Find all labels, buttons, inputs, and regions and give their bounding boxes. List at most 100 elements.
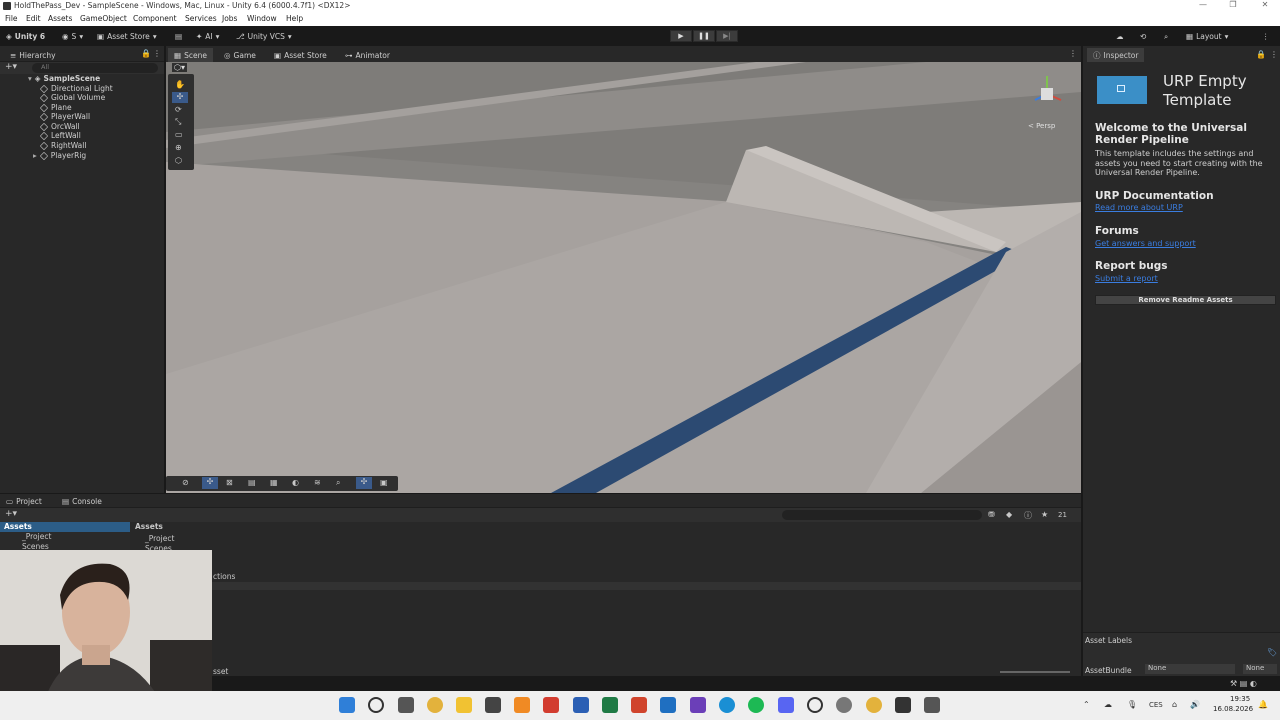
unity-button[interactable]: ◈ Unity 6	[6, 30, 45, 43]
asset-store-dropdown[interactable]: ▣ Asset Store ▾	[97, 30, 157, 43]
orientation-gizmo[interactable]	[1027, 70, 1067, 114]
hand-tool-icon[interactable]: ✋	[175, 80, 185, 89]
tab-game[interactable]: ◎ Game	[218, 48, 262, 62]
hierarchy-item[interactable]: RightWall	[39, 141, 86, 150]
maximize-button[interactable]: ❐	[1218, 0, 1248, 13]
onedrive-icon[interactable]: ☁	[1104, 700, 1112, 709]
forums-link[interactable]: Get answers and support	[1095, 239, 1196, 248]
star-icon[interactable]: ★	[1041, 510, 1048, 519]
kebab-icon[interactable]: ⋮	[153, 49, 161, 58]
search-icon[interactable]	[368, 697, 384, 713]
start-icon[interactable]	[339, 697, 355, 713]
tray-chevron-icon[interactable]: ⌃	[1083, 700, 1090, 709]
tab-asset-store[interactable]: ▣ Asset Store	[268, 48, 333, 62]
tab-inspector[interactable]: ⓘ Inspector	[1087, 48, 1145, 62]
menu-component[interactable]: Component	[133, 14, 177, 23]
language-indicator[interactable]: CES	[1149, 701, 1163, 709]
lock-icon[interactable]: 🔒	[1256, 50, 1266, 59]
play-button[interactable]: ▶	[670, 30, 692, 42]
menu-gameobject[interactable]: GameObject	[80, 14, 127, 23]
move-tool-icon[interactable]: ✣	[172, 92, 188, 103]
status-icons[interactable]: ⚒ ▤ ◐	[1230, 679, 1257, 688]
chrome-icon[interactable]	[427, 697, 443, 713]
asset-bundle-variant-dropdown[interactable]: None	[1243, 664, 1277, 674]
lock-icon[interactable]: 🔒	[141, 49, 151, 58]
rect-tool-icon[interactable]: ▭	[175, 130, 183, 139]
excel-icon[interactable]	[602, 697, 618, 713]
menu-services[interactable]: Services	[185, 14, 217, 23]
grid-icon[interactable]: ▤	[248, 478, 256, 487]
project-breadcrumb[interactable]: Assets	[135, 522, 163, 531]
grid-snap-icon[interactable]: ▦	[270, 478, 278, 487]
more-options-button[interactable]: ⋮	[1262, 30, 1270, 43]
cloud-button[interactable]: ☁	[1116, 30, 1124, 43]
global-icon[interactable]: ⊠	[226, 478, 233, 487]
notifications-icon[interactable]: 🔔	[1258, 700, 1268, 709]
add-icon[interactable]: +▾	[5, 509, 17, 519]
step-button[interactable]: ▶|	[716, 30, 738, 42]
hierarchy-item[interactable]: PlayerWall	[39, 112, 90, 121]
hierarchy-item[interactable]: LeftWall	[39, 131, 81, 140]
label-icon[interactable]: ◆	[1006, 510, 1012, 519]
package-button[interactable]: ▤	[175, 30, 182, 43]
hierarchy-scene-root[interactable]: ▾ ◈ SampleScene	[28, 74, 100, 83]
custom-tool-icon[interactable]: ⬡	[175, 156, 182, 165]
layout-dropdown[interactable]: ▦ Layout ▾	[1186, 30, 1228, 43]
menu-assets[interactable]: Assets	[48, 14, 72, 23]
visual-studio-icon[interactable]	[690, 697, 706, 713]
ai-dropdown[interactable]: ✦ AI ▾	[196, 30, 219, 43]
kebab-icon[interactable]: ⋮	[1270, 50, 1278, 59]
snap-icon[interactable]: ⊘	[182, 478, 189, 487]
tab-console[interactable]: ▤ Console	[56, 494, 108, 508]
remove-readme-button[interactable]: Remove Readme Assets	[1095, 295, 1276, 305]
tag-icon[interactable]: 🏷	[1267, 648, 1277, 657]
tab-scene[interactable]: ▦ Scene	[168, 48, 213, 62]
edge-icon[interactable]	[719, 697, 735, 713]
unity-hub-icon[interactable]	[895, 697, 911, 713]
app-icon[interactable]	[836, 697, 852, 713]
tree-item-assets[interactable]: Assets	[0, 522, 130, 532]
discord-icon[interactable]	[778, 697, 794, 713]
clock-date[interactable]: 16.08.2026	[1213, 705, 1253, 713]
obs-icon[interactable]	[807, 697, 823, 713]
menu-file[interactable]: File	[5, 14, 18, 23]
move-icon[interactable]: ✣	[356, 477, 372, 489]
camera-icon[interactable]: ▣	[380, 478, 388, 487]
menu-jobs[interactable]: Jobs	[222, 14, 237, 23]
kebab-icon[interactable]: ⋮	[1069, 49, 1077, 58]
docs-link[interactable]: Read more about URP	[1095, 203, 1183, 212]
tab-animator[interactable]: ⊶ Animator	[339, 48, 396, 62]
clock-time[interactable]: 19:35	[1230, 695, 1250, 703]
shading-icon[interactable]: ◐	[292, 478, 299, 487]
add-icon[interactable]: +▾	[5, 62, 17, 72]
persp-label[interactable]: < Persp	[1028, 122, 1055, 130]
vlc-icon[interactable]	[514, 697, 530, 713]
word-icon[interactable]	[573, 697, 589, 713]
volume-icon[interactable]: 🔊	[1190, 700, 1200, 709]
hierarchy-item[interactable]: OrcWall	[39, 122, 80, 131]
file-explorer-icon[interactable]	[456, 697, 472, 713]
tab-project[interactable]: ▭ Project	[0, 494, 48, 508]
hierarchy-item[interactable]: ▸ PlayerRig	[33, 151, 86, 160]
powerpoint-icon[interactable]	[631, 697, 647, 713]
hierarchy-item[interactable]: Plane	[39, 103, 72, 112]
scene-viewport[interactable]: < Persp ✋ ✣ ⟳ ⤡ ▭ ⊕ ⬡ ⬡▾ ⊘ ✣ ⊠ ▤ ▦ ◐ ≋ ⌕…	[166, 62, 1081, 493]
view-options-icon[interactable]: ⬡▾	[172, 63, 187, 72]
tab-hierarchy[interactable]: ≡ Hierarchy	[4, 48, 62, 62]
tree-item[interactable]: _Project	[22, 532, 51, 541]
project-search-input[interactable]	[782, 510, 982, 520]
info-icon[interactable]: ⓘ	[1024, 510, 1032, 521]
menu-window[interactable]: Window	[247, 14, 277, 23]
unity-editor-icon[interactable]	[924, 697, 940, 713]
menu-help[interactable]: Help	[286, 14, 303, 23]
asset-bundle-dropdown[interactable]: None	[1145, 664, 1235, 674]
spotify-icon[interactable]	[748, 697, 764, 713]
bugs-link[interactable]: Submit a report	[1095, 274, 1158, 283]
mic-icon[interactable]: 🎙	[1127, 700, 1137, 709]
hierarchy-item[interactable]: Directional Light	[39, 84, 113, 93]
store-icon[interactable]	[485, 697, 501, 713]
minimize-button[interactable]: —	[1188, 0, 1218, 13]
vcs-dropdown[interactable]: ⎇ Unity VCS ▾	[236, 30, 292, 43]
task-view-icon[interactable]	[398, 697, 414, 713]
pause-button[interactable]: ❚❚	[693, 30, 715, 42]
